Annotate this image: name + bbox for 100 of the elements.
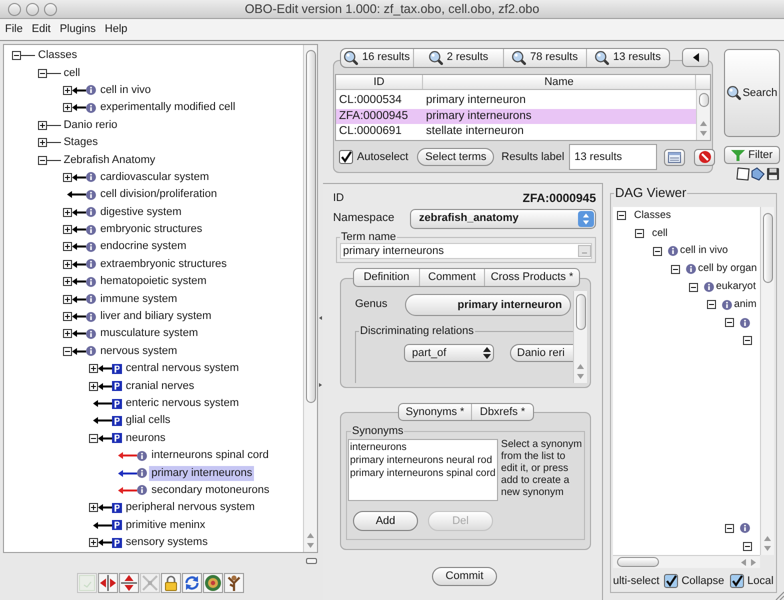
tree-item[interactable]: central nervous system [124,361,241,376]
plus-box-icon[interactable] [63,103,72,112]
relation-select[interactable]: part_of [404,344,494,362]
dag-node[interactable]: anim [734,298,757,312]
plus-box-icon[interactable] [38,120,47,130]
toolbar-button[interactable] [182,573,202,593]
column-header[interactable]: ID [336,75,423,89]
scrollbar-thumb[interactable] [576,294,586,330]
horizontal-scrollbar[interactable] [613,555,760,568]
minus-box-icon[interactable] [38,156,47,165]
plus-box-icon[interactable] [63,208,72,217]
checkbox-label[interactable]: Collapse [681,572,724,590]
tree-item[interactable]: Danio rerio [62,118,120,133]
checkbox[interactable] [339,150,353,164]
splitter-arrow-icon[interactable] [319,316,322,320]
table-row[interactable]: CL:0000691 stellate interneuron [336,124,696,140]
tab[interactable]: Definition [354,269,419,286]
add-button[interactable]: Add [353,511,418,531]
minus-box-icon[interactable] [12,51,21,60]
plus-box-icon[interactable] [63,277,72,286]
genus-field[interactable]: primary interneuron [405,294,571,316]
scrollbar-thumb[interactable] [306,50,316,403]
back-button[interactable] [682,48,709,67]
plus-box-icon[interactable] [88,364,98,374]
tree-item[interactable]: peripheral nervous system [124,500,257,516]
minus-box-icon[interactable] [743,542,752,551]
tree-item[interactable]: cell division/proliferation [98,187,219,202]
tree-item[interactable]: primitive meninx [124,518,208,533]
checkbox[interactable] [730,574,744,588]
namespace-select[interactable]: zebrafish_anatomy [410,208,596,228]
filter-button[interactable]: Filter [724,146,780,164]
vertical-scrollbar[interactable] [696,90,710,140]
term-name-field[interactable]: primary interneurons [340,243,592,259]
tree-item[interactable]: hematopoietic system [98,274,209,290]
checkbox[interactable] [664,574,678,588]
rounded-bar-icon[interactable] [306,558,317,564]
list-item[interactable]: primary interneurons spinal cord [350,467,496,480]
tree-item[interactable]: cardiovascular system [98,170,212,185]
commit-button[interactable]: Commit [432,567,497,586]
table-row[interactable]: ZFA:0000945 primary interneurons [336,108,696,124]
tab[interactable]: Comment [419,269,484,286]
results-tab[interactable]: 78 results [503,48,586,66]
tree-item[interactable]: cell [62,66,82,81]
zoom-button[interactable] [44,2,57,16]
plus-box-icon[interactable] [63,242,72,252]
clear-button[interactable] [694,148,716,166]
dag-node[interactable]: cell in vivo [680,244,728,258]
search-button[interactable]: Search [724,49,780,137]
tree-item[interactable]: liver and biliary system [98,309,214,324]
results-tab[interactable]: 16 results [341,48,413,66]
tree-item[interactable]: endocrine system [98,239,188,254]
tree-item[interactable]: sensory systems [124,535,210,550]
dag-node[interactable]: cell by organ [698,262,757,276]
tab[interactable]: Synonyms * [399,404,471,420]
page-icon[interactable] [736,167,750,181]
minus-box-icon[interactable] [743,336,752,345]
list-item[interactable]: interneurons [350,441,496,454]
tree-item[interactable]: interneurons spinal cord [149,448,271,464]
minus-box-icon[interactable] [671,264,680,274]
tree-item[interactable]: cranial nerves [124,378,196,394]
minus-box-icon[interactable] [88,434,98,443]
tree-item[interactable]: extraembryonic structures [98,256,229,272]
results-tab[interactable]: 2 results [413,48,503,66]
plus-box-icon[interactable] [88,382,98,391]
tree-item[interactable]: embryonic structures [98,222,204,238]
scrollbar-thumb[interactable] [617,557,659,567]
toolbar-button[interactable] [161,573,181,593]
tree-item[interactable]: musculature system [98,326,200,342]
plus-box-icon[interactable] [88,503,98,512]
plus-box-icon[interactable] [38,138,47,148]
minimize-button[interactable] [26,2,39,16]
splitter-arrow-icon[interactable] [319,383,322,387]
tree-item[interactable]: experimentally modified cell [98,100,238,116]
minus-box-icon[interactable] [725,524,734,533]
list-item[interactable]: primary interneurons neural rod [350,454,496,467]
pentagon-icon[interactable] [751,167,765,181]
select-terms-button[interactable]: Select terms [417,148,494,166]
minus-box-icon[interactable] [707,300,716,310]
tree-item[interactable]: immune system [98,292,180,307]
term-button[interactable]: Danio reri [510,344,573,362]
dag-node[interactable]: eukaryot [716,280,756,294]
scrollbar-thumb[interactable] [762,213,772,283]
toolbar-button[interactable] [119,573,139,593]
tree-item[interactable]: glial cells [124,413,172,428]
tree-item[interactable]: Stages [62,135,100,150]
checkbox-label[interactable]: Autoselect [357,148,408,166]
results-tab[interactable]: 13 results [586,48,669,66]
dag-node[interactable]: Classes [634,208,671,223]
tree-item[interactable]: primary interneurons [149,466,254,481]
tree-item[interactable]: digestive system [98,204,184,220]
toolbar-button[interactable] [98,573,118,593]
minus-box-icon[interactable] [689,282,698,292]
tree-item[interactable]: neurons [124,430,168,446]
tree-item[interactable]: secondary motoneurons [149,482,272,498]
vertical-scrollbar[interactable] [303,45,317,552]
minus-box-icon[interactable] [725,318,734,328]
minus-box-icon[interactable] [38,68,47,78]
plus-box-icon[interactable] [63,172,72,182]
vertical-scrollbar[interactable] [573,291,587,383]
plus-box-icon[interactable] [63,260,72,269]
